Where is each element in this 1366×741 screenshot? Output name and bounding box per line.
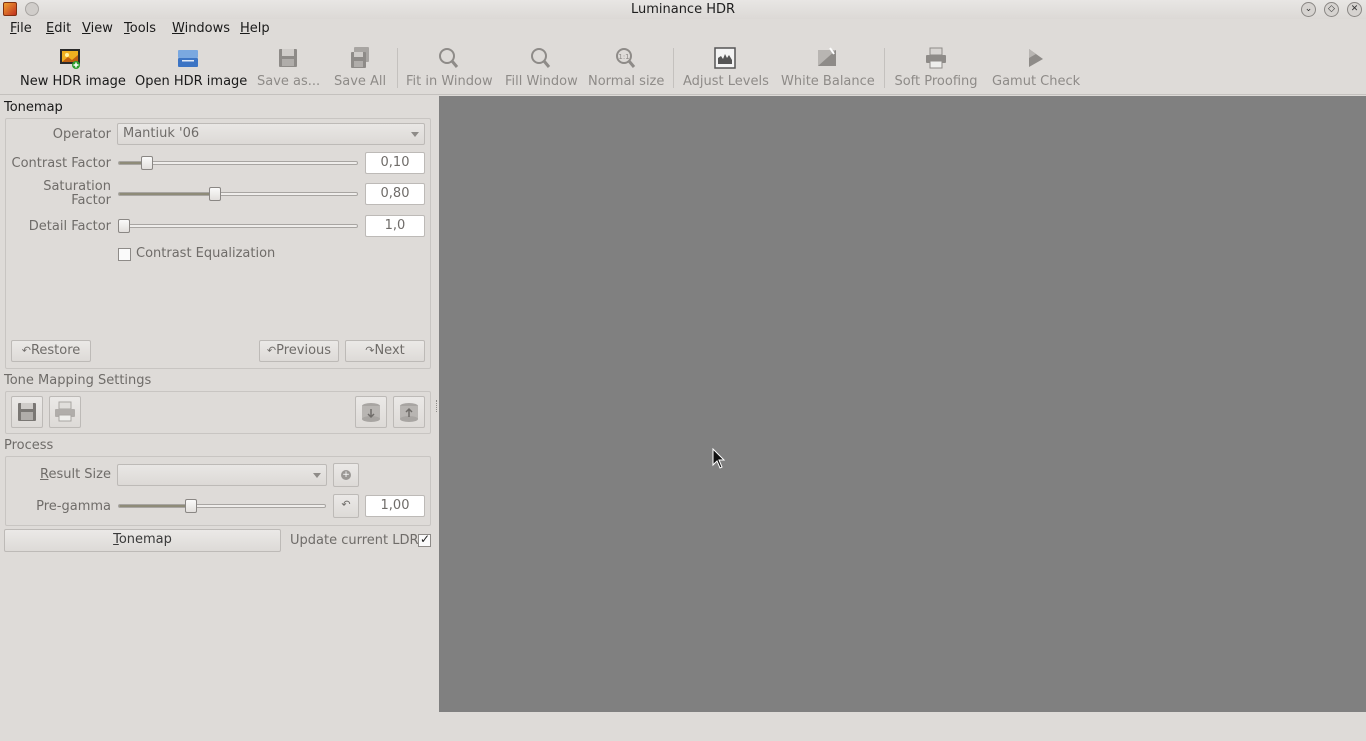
contrast-factor-label: Contrast Factor [11,156,111,171]
database-export-icon [400,403,418,422]
fill-window-button[interactable]: Fill Window [505,46,578,92]
adjust-levels-button[interactable]: Adjust Levels [683,46,769,92]
menu-help[interactable]: Help [240,21,270,36]
operator-label: Operator [52,127,111,142]
previous-button[interactable]: ↶Previous [259,340,339,362]
reset-pregamma-button[interactable]: ↶ [333,494,359,518]
new-image-icon [60,49,80,69]
contrast-factor-handle[interactable] [140,156,153,170]
save-settings-db-button[interactable] [393,396,425,428]
svg-text:1:1: 1:1 [618,53,629,61]
contrast-factor-spinbox[interactable]: 0,10 [365,152,425,174]
plus-icon: + [341,470,351,480]
update-ldr-checkbox[interactable] [418,532,431,547]
database-import-icon [362,403,380,422]
slider-fill [119,505,192,507]
print-settings-button[interactable] [49,396,81,428]
saturation-factor-spinbox[interactable]: 0,80 [365,183,425,205]
menu-tools[interactable]: Tools [124,21,156,36]
menu-view[interactable]: View [82,21,113,36]
process-section-title: Process [4,438,54,453]
tonemap-section-title: Tonemap [4,100,63,115]
contrast-equalization-checkbox[interactable] [118,248,131,261]
open-icon [178,50,198,67]
toolbar-separator [397,48,398,88]
main-toolbar: New HDR image Open HDR image Save as... … [0,40,1366,95]
menu-edit[interactable]: Edit [46,21,71,36]
menu-windows[interactable]: Windows [172,21,230,36]
pregamma-label: Pre-gamma [36,499,111,514]
result-size-combo[interactable] [117,464,327,486]
fit-window-button[interactable]: Fit in Window [406,46,493,92]
zoom-fit-icon [439,48,459,68]
undo-icon: ↶ [266,344,277,357]
image-viewport[interactable] [439,96,1366,712]
save-settings-button[interactable] [11,396,43,428]
white-balance-button[interactable]: White Balance [781,46,875,92]
save-icon [18,403,36,421]
operator-combo[interactable]: Mantiuk '06 [117,123,425,145]
close-button[interactable]: ✕ [1347,2,1362,17]
saturation-factor-slider[interactable] [118,192,358,196]
pregamma-slider[interactable] [118,504,326,508]
saturation-factor-handle[interactable] [209,187,222,201]
next-button[interactable]: ↷Next [345,340,425,362]
slider-fill [119,193,217,195]
chevron-down-icon [313,473,321,478]
undo-icon: ↶ [21,344,31,357]
restore-button[interactable]: ↶Restore [11,340,91,362]
contrast-equalization-label: Contrast Equalization [136,246,276,261]
open-hdr-button[interactable]: Open HDR image [135,46,247,92]
panel-splitter-handle[interactable] [436,400,438,412]
zoom-original-icon: 1:1 [616,48,636,68]
add-size-button[interactable]: + [333,463,359,487]
title-bar: Luminance HDR ⌄ ◇ ✕ [0,0,1366,19]
gamut-check-button[interactable]: Gamut Check [992,46,1080,92]
menu-file[interactable]: File [10,21,32,36]
save-all-icon [351,47,369,68]
printer-icon [55,401,75,422]
toolbar-separator [884,48,885,88]
gamut-icon [1029,49,1043,67]
undo-icon: ↶ [341,498,351,511]
menu-bar: File Edit View Tools Windows Help [0,19,1366,39]
detail-factor-spinbox[interactable]: 1,0 [365,215,425,237]
result-size-label: Result Size [40,467,111,482]
window-title: Luminance HDR [630,2,736,17]
pregamma-spinbox[interactable]: 1,00 [365,495,425,517]
zoom-fill-icon [531,48,551,68]
settings-section-title: Tone Mapping Settings [4,373,152,388]
soft-proofing-button[interactable]: Soft Proofing [894,46,978,92]
tonemap-button[interactable]: Tonemap [4,529,281,552]
save-icon [279,49,297,67]
save-as-button[interactable]: Save as... [257,46,320,92]
white-balance-icon [818,47,836,66]
minimize-button[interactable]: ⌄ [1301,2,1316,17]
detail-factor-slider[interactable] [118,224,358,228]
operator-value: Mantiuk '06 [123,126,200,141]
update-ldr-label: Update current LDR [290,533,419,548]
toolbar-separator [673,48,674,88]
load-settings-db-button[interactable] [355,396,387,428]
mouse-cursor-icon [712,448,726,469]
save-all-button[interactable]: Save All [334,46,386,92]
new-hdr-button[interactable]: New HDR image [20,46,126,92]
contrast-factor-slider[interactable] [118,161,358,165]
detail-factor-handle[interactable] [118,219,130,233]
printer-icon [926,47,946,69]
levels-icon [714,47,736,69]
maximize-button[interactable]: ◇ [1324,2,1339,17]
normal-size-button[interactable]: 1:1 Normal size [588,46,664,92]
chevron-down-icon [411,132,419,137]
detail-factor-label: Detail Factor [28,219,111,234]
saturation-factor-label: Saturation Factor [43,179,111,208]
pregamma-handle[interactable] [184,499,197,513]
